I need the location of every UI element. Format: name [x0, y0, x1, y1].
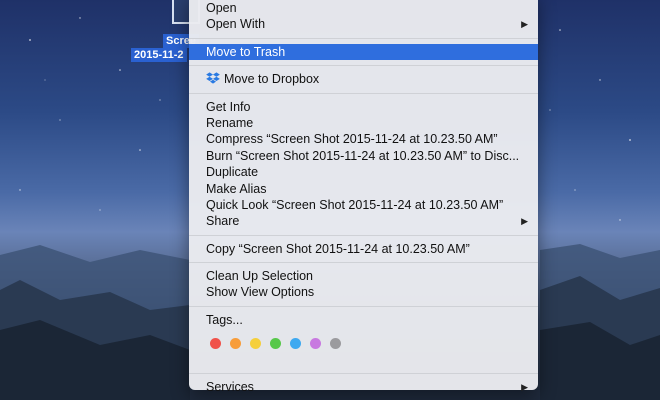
menu-item-label: Rename — [206, 115, 254, 130]
menu-item-label: Get Info — [206, 99, 251, 114]
menu-item-move-to-dropbox[interactable]: Move to Dropbox — [189, 71, 538, 87]
tag-color-dot[interactable] — [210, 338, 221, 350]
menu-item-tags[interactable]: Tags... — [189, 312, 538, 328]
tag-color-dot[interactable] — [330, 338, 341, 350]
menu-item-duplicate[interactable]: Duplicate — [189, 164, 538, 180]
tag-color-dot[interactable] — [310, 338, 321, 350]
menu-item-open-with[interactable]: Open With ▶ — [189, 16, 538, 32]
menu-item-share[interactable]: Share ▶ — [189, 213, 538, 229]
menu-item-burn[interactable]: Burn “Screen Shot 2015-11-24 at 10.23.50… — [189, 148, 538, 164]
menu-item-label: Open With — [206, 17, 266, 32]
submenu-arrow-icon: ▶ — [521, 382, 528, 393]
tag-color-dot[interactable] — [290, 338, 301, 350]
tag-color-dot[interactable] — [250, 338, 261, 350]
menu-item-services[interactable]: Services ▶ — [189, 379, 538, 395]
menu-item-open[interactable]: Open — [189, 0, 538, 16]
menu-item-label: Burn “Screen Shot 2015-11-24 at 10.23.50… — [206, 148, 520, 163]
menu-separator — [189, 262, 538, 264]
menu-item-label: Clean Up Selection — [206, 269, 314, 284]
menu-item-compress[interactable]: Compress “Screen Shot 2015-11-24 at 10.2… — [189, 131, 538, 147]
menu-item-make-alias[interactable]: Make Alias — [189, 181, 538, 197]
menu-separator — [189, 305, 538, 307]
submenu-arrow-icon: ▶ — [521, 216, 528, 227]
menu-item-get-info[interactable]: Get Info — [189, 99, 538, 115]
tag-color-dot[interactable] — [270, 338, 281, 350]
menu-separator — [189, 373, 538, 375]
menu-separator — [189, 92, 538, 94]
dropbox-icon — [206, 72, 220, 84]
menu-item-label: Open — [206, 1, 237, 15]
menu-separator — [189, 37, 538, 39]
menu-item-label: Show View Options — [206, 285, 315, 300]
menu-item-copy[interactable]: Copy “Screen Shot 2015-11-24 at 10.23.50… — [189, 241, 538, 257]
menu-separator — [189, 234, 538, 236]
menu-item-label: Compress “Screen Shot 2015-11-24 at 10.2… — [206, 132, 498, 147]
file-name-label-line2[interactable]: 2015-11-2 — [131, 48, 187, 62]
menu-item-rename[interactable]: Rename — [189, 115, 538, 131]
menu-item-label: Move to Trash — [206, 44, 286, 59]
context-menu: Open Open With ▶ Move to Trash Move to Dr… — [189, 0, 538, 394]
menu-item-label: Copy “Screen Shot 2015-11-24 at 10.23.50… — [206, 241, 470, 256]
menu-item-label: Make Alias — [206, 181, 267, 196]
menu-item-label: Services — [206, 380, 254, 395]
menu-item-quick-look[interactable]: Quick Look “Screen Shot 2015-11-24 at 10… — [189, 197, 538, 213]
menu-separator — [189, 65, 538, 67]
menu-item-label: Share — [206, 214, 240, 229]
menu-item-label: Move to Dropbox — [224, 72, 320, 87]
menu-item-label: Quick Look “Screen Shot 2015-11-24 at 10… — [206, 197, 504, 212]
menu-item-label: Tags... — [206, 312, 243, 327]
menu-item-clean-up-selection[interactable]: Clean Up Selection — [189, 268, 538, 284]
tag-color-row — [189, 328, 538, 350]
tag-color-dot[interactable] — [230, 338, 241, 350]
menu-item-label: Duplicate — [206, 165, 259, 180]
menu-item-show-view-options[interactable]: Show View Options — [189, 284, 538, 300]
menu-item-move-to-trash[interactable]: Move to Trash — [189, 43, 538, 61]
submenu-arrow-icon: ▶ — [521, 19, 528, 30]
